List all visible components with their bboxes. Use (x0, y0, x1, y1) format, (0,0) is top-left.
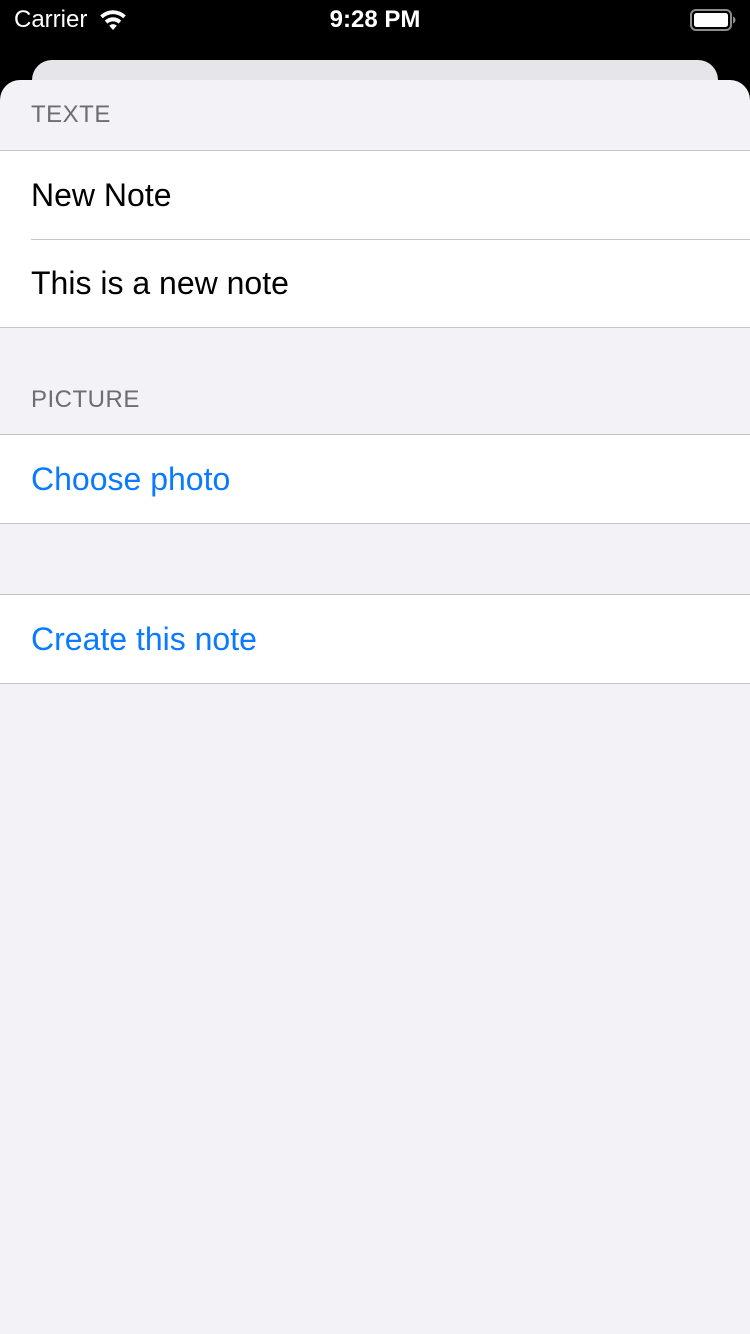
section-header-texte: TEXTE (0, 80, 750, 150)
picture-group: Choose photo (0, 434, 750, 524)
create-note-button[interactable]: Create this note (0, 595, 750, 683)
status-bar: Carrier 9:28 PM (0, 0, 750, 40)
section-header-label: TEXTE (31, 101, 111, 128)
texte-group: New Note This is a new note (0, 150, 750, 328)
section-header-label: PICTURE (31, 386, 140, 413)
create-note-label: Create this note (31, 621, 257, 657)
choose-photo-label: Choose photo (31, 461, 231, 497)
create-group: Create this note (0, 594, 750, 684)
battery-icon (690, 9, 736, 31)
choose-photo-button[interactable]: Choose photo (0, 435, 750, 523)
title-field-value: New Note (31, 177, 172, 213)
new-note-sheet: TEXTE New Note This is a new note PICTUR… (0, 80, 750, 1334)
section-header-picture: PICTURE (0, 328, 750, 434)
body-field[interactable]: This is a new note (0, 239, 750, 327)
title-field[interactable]: New Note (0, 151, 750, 239)
body-field-value: This is a new note (31, 265, 289, 301)
status-time: 9:28 PM (329, 6, 421, 33)
